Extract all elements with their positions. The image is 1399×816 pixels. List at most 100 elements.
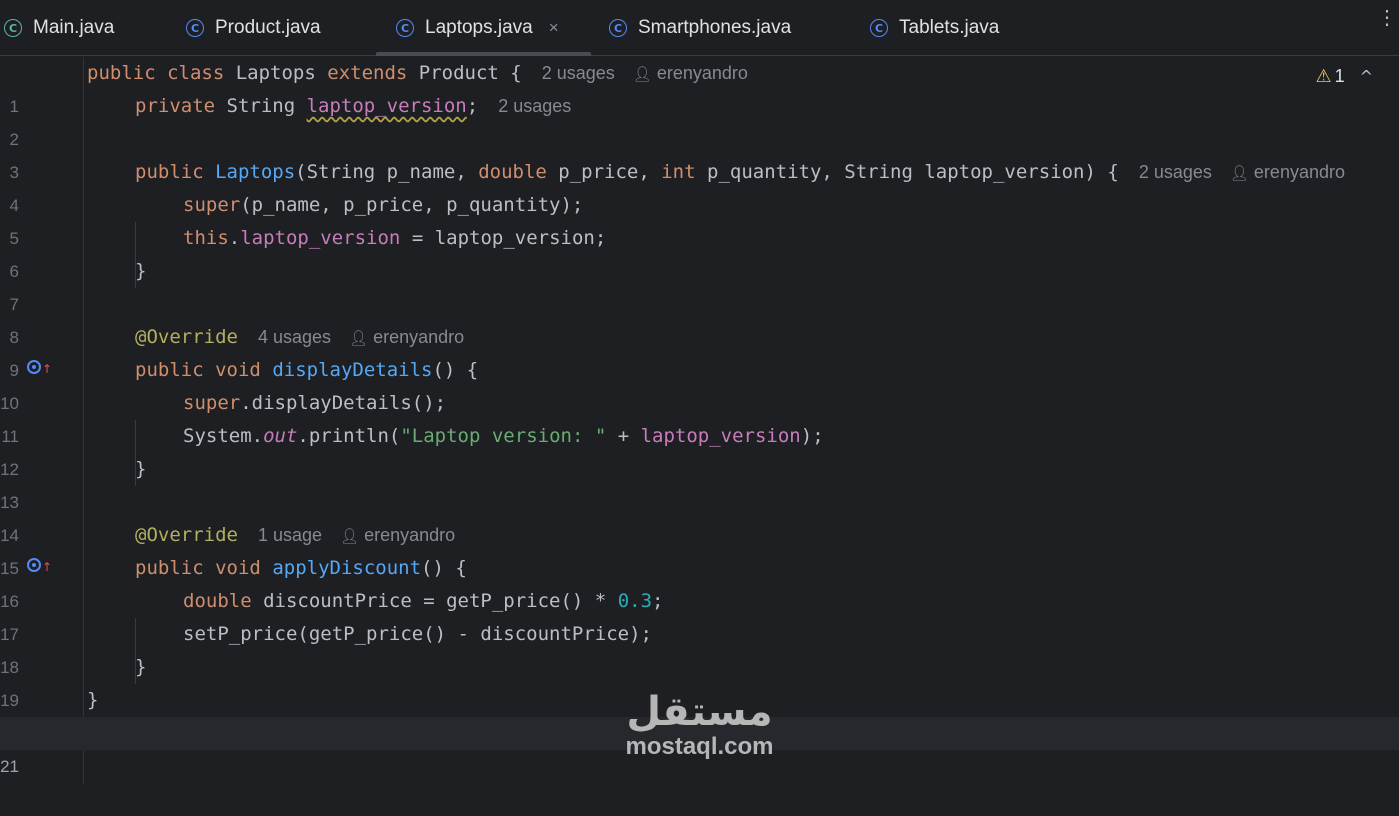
code-token: Product { (407, 62, 522, 84)
code-token: double (478, 161, 547, 183)
code-token: this (183, 227, 229, 249)
code-token: "Laptop version: " (400, 425, 607, 447)
author-hint[interactable]: 👤︎ erenyandro (349, 327, 464, 347)
person-icon: 👤︎ (340, 527, 360, 545)
close-tab-icon[interactable]: × (549, 18, 559, 38)
usages-hint[interactable]: 1 usage (258, 525, 322, 545)
more-tabs-icon[interactable]: ⋮ (1377, 8, 1397, 28)
watermark-logo: مستقل mostaql.com (612, 690, 787, 760)
code-token: ; (466, 95, 479, 117)
person-icon: 👤︎ (349, 329, 369, 347)
code-line: 16 ↑ public void applyDiscount() { (0, 552, 1399, 611)
usages-hint[interactable]: 2 usages (1139, 162, 1212, 182)
author-name: erenyandro (373, 327, 465, 347)
code-token: (String p_name, (295, 161, 479, 183)
code-token: String (215, 95, 307, 117)
tab-laptops-java[interactable]: C Laptops.java × (376, 0, 591, 56)
author-hint[interactable]: 👤︎ erenyandro (633, 63, 748, 83)
code-token: out (263, 425, 298, 447)
code-line: 14 (0, 486, 1399, 545)
usages-hint[interactable]: 4 usages (258, 327, 331, 347)
usages-hint[interactable]: 2 usages (498, 96, 571, 116)
code-line: 9 @Override 4 usages 👤︎ erenyandro (0, 321, 1399, 380)
java-class-icon: C (396, 19, 414, 37)
java-class-icon: C (4, 19, 22, 37)
person-icon: 👤︎ (632, 65, 652, 83)
code-token: } (135, 458, 147, 480)
code-token: discountPrice = getP_price() * (251, 590, 618, 612)
tab-product-java[interactable]: C Product.java (186, 0, 321, 56)
code-token: int (661, 161, 696, 183)
java-class-icon: C (609, 19, 627, 37)
code-line: 7 } (0, 255, 1399, 314)
code-line: 10 ↑ public void displayDetails() { (0, 354, 1399, 413)
code-line: 12 System.out.println("Laptop version: "… (0, 420, 1399, 479)
tab-main-java[interactable]: C Main.java (4, 0, 114, 56)
code-line: 2 private String laptop_version; 2 usages (0, 90, 1399, 149)
java-class-icon: C (870, 19, 888, 37)
code-line: 6 this.laptop_version = laptop_version; (0, 222, 1399, 281)
code-token: super (183, 194, 241, 216)
code-editor[interactable]: ⚠ 1 ^ 1 public class Laptops extends Pro… (0, 57, 1399, 784)
code-token: Laptops (224, 62, 328, 84)
code-line: 19 } (0, 651, 1399, 710)
code-token: displayDetails (272, 359, 433, 381)
code-token: + (606, 425, 641, 447)
tab-label: Tablets.java (899, 17, 1000, 38)
author-name: erenyandro (364, 525, 456, 545)
code-token: ; (652, 590, 664, 612)
code-token: .println( (297, 425, 401, 447)
code-token: p_quantity, String laptop_version) { (695, 161, 1119, 183)
tab-smartphones-java[interactable]: C Smartphones.java (609, 0, 791, 56)
code-line: 1 public class Laptops extends Product {… (0, 57, 1399, 116)
tab-tablets-java[interactable]: C Tablets.java (870, 0, 999, 56)
code-token: super (183, 392, 241, 414)
code-line: 3 (0, 123, 1399, 182)
code-token: public (135, 161, 204, 183)
usages-hint[interactable]: 2 usages (542, 63, 615, 83)
code-token: } (135, 656, 147, 678)
code-token: double (183, 590, 252, 612)
author-hint[interactable]: 👤︎ erenyandro (340, 525, 455, 545)
code-line: 11 super.displayDetails(); (0, 387, 1399, 446)
code-token: = laptop_version; (400, 227, 607, 249)
code-token: 0.3 (617, 590, 653, 612)
code-token: laptop_version (240, 227, 401, 249)
code-token: . (228, 227, 241, 249)
overrides-method-icon[interactable]: ↑ (27, 558, 52, 574)
code-token: .displayDetails(); (240, 392, 447, 414)
code-line: 4 public Laptops(String p_name, double p… (0, 156, 1399, 215)
code-token: extends (327, 62, 408, 84)
code-token: System. (183, 425, 264, 447)
tab-label: Laptops.java (425, 17, 533, 38)
tab-label: Main.java (33, 17, 115, 38)
editor-tab-bar: C Main.java C Product.java C Laptops.jav… (0, 0, 1399, 56)
code-line: 8 (0, 288, 1399, 347)
overrides-method-icon[interactable]: ↑ (27, 360, 52, 376)
person-icon: 👤︎ (1229, 164, 1249, 182)
code-line: 18 setP_price(getP_price() - discountPri… (0, 618, 1399, 677)
code-token: void (215, 557, 261, 579)
code-token: private (135, 95, 216, 117)
code-line: 17 double discountPrice = getP_price() *… (0, 585, 1399, 644)
code-token: @Override (135, 524, 238, 546)
code-token: (p_name, p_price, p_quantity); (240, 194, 584, 216)
code-token: } (135, 260, 147, 282)
java-class-icon: C (186, 19, 204, 37)
author-hint[interactable]: 👤︎ erenyandro (1230, 162, 1345, 182)
code-token: @Override (135, 326, 238, 348)
code-line: 5 super(p_name, p_price, p_quantity); (0, 189, 1399, 248)
code-token: public (87, 62, 156, 84)
code-token: setP_price(getP_price() - discountPrice)… (183, 623, 652, 645)
code-token: p_price, (546, 161, 662, 183)
code-line: 15 @Override 1 usage 👤︎ erenyandro (0, 519, 1399, 578)
line-number: 21 (0, 757, 19, 776)
watermark-arabic: مستقل (626, 689, 773, 735)
code-token: public (135, 359, 204, 381)
author-name: erenyandro (656, 63, 748, 83)
